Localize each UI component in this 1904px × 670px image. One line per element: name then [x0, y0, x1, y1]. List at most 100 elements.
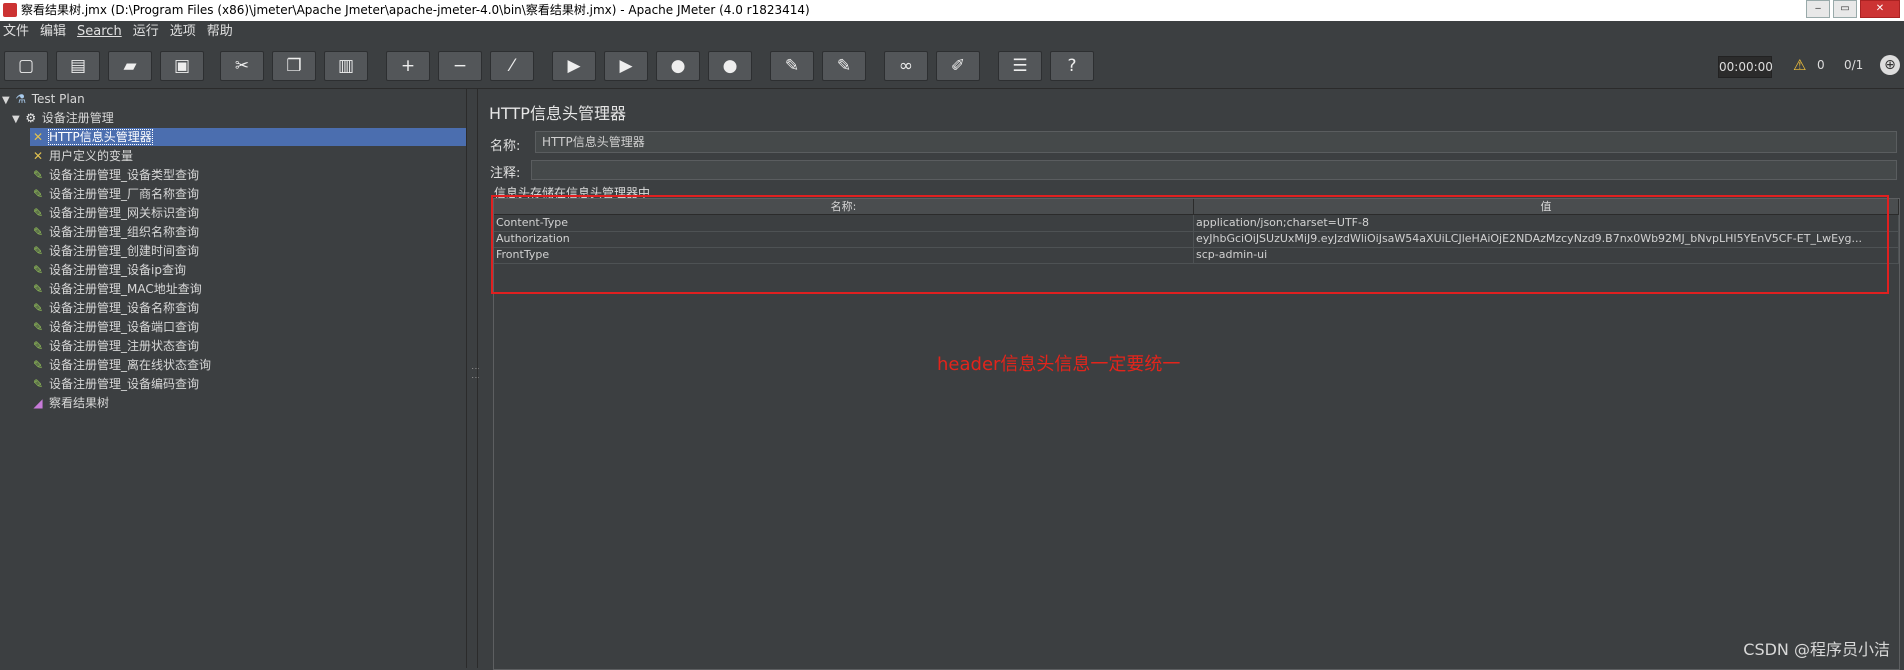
help-button[interactable]: ?: [1050, 51, 1094, 81]
tree-node[interactable]: ✎ 设备注册管理_离在线状态查询: [30, 356, 211, 374]
tree-node-label: 用户定义的变量: [49, 149, 134, 163]
collapse-button[interactable]: −: [438, 51, 482, 81]
new-button[interactable]: ▢: [4, 51, 48, 81]
cut-button[interactable]: ✂: [220, 51, 264, 81]
tree-node[interactable]: ✎ 设备注册管理_创建时间查询: [30, 242, 199, 260]
menu-help[interactable]: 帮助: [204, 21, 241, 43]
warning-count: 0: [1817, 58, 1825, 72]
chart-icon: ◢: [33, 396, 43, 410]
tree-node-label: Test Plan: [31, 92, 85, 106]
tree-node-label: 设备注册管理_设备类型查询: [49, 168, 200, 182]
menu-file[interactable]: 文件: [0, 21, 37, 43]
tree-node-label: 设备注册管理_注册状态查询: [49, 339, 200, 353]
pencil-icon: ✎: [32, 339, 44, 353]
menu-search[interactable]: Search: [74, 21, 130, 43]
tree-node[interactable]: ✎ 设备注册管理_组织名称查询: [30, 223, 199, 241]
pencil-icon: ✎: [32, 263, 44, 277]
pencil-icon: ✎: [32, 244, 44, 258]
play-icon: ▶: [567, 56, 581, 76]
start-button[interactable]: ▶: [552, 51, 596, 81]
tree-node[interactable]: ✎ 设备注册管理_设备类型查询: [30, 166, 199, 184]
tree-node-label: HTTP信息头管理器: [48, 129, 153, 145]
shutdown-icon: ●: [722, 56, 738, 76]
tree-node[interactable]: ✎ 设备注册管理_网关标识查询: [30, 204, 199, 222]
menu-edit[interactable]: 编辑: [37, 21, 74, 43]
tree-node-label: 设备注册管理_设备ip查询: [49, 263, 186, 277]
clear-button[interactable]: ✎: [770, 51, 814, 81]
name-field[interactable]: HTTP信息头管理器: [535, 131, 1897, 153]
split-pane-divider[interactable]: ⋮⋮: [466, 89, 480, 668]
tree-node[interactable]: ✎ 设备注册管理_设备端口查询: [30, 318, 199, 336]
close-button[interactable]: ✕: [1860, 0, 1900, 18]
tree-node[interactable]: ✕ HTTP信息头管理器: [30, 128, 466, 146]
save-button[interactable]: ▣: [160, 51, 204, 81]
minimize-button[interactable]: ‒: [1806, 0, 1830, 18]
pencil-icon: ✎: [32, 320, 44, 334]
tree-node-label: 设备注册管理_组织名称查询: [49, 225, 200, 239]
plus-icon: +: [400, 56, 416, 76]
wand-icon: ⁄: [510, 56, 514, 76]
templates-button[interactable]: ▤: [56, 51, 100, 81]
copy-button[interactable]: ❐: [272, 51, 316, 81]
search-button[interactable]: ∞: [884, 51, 928, 81]
clear-all-button[interactable]: ✎: [822, 51, 866, 81]
tree-node[interactable]: ✎ 设备注册管理_设备编码查询: [30, 375, 199, 393]
expand-arrow-icon[interactable]: ▼: [12, 114, 20, 125]
tree-node[interactable]: ✎ 设备注册管理_厂商名称查询: [30, 185, 199, 203]
expand-arrow-icon[interactable]: ▼: [2, 95, 10, 106]
tree-node-label: 设备注册管理_创建时间查询: [49, 244, 200, 258]
gear-icon: ⚙: [25, 111, 37, 125]
tree-node[interactable]: ▼ ⚙ 设备注册管理: [12, 109, 114, 127]
panel-title: HTTP信息头管理器: [489, 104, 626, 123]
remote-globe-icon[interactable]: ⊕: [1880, 55, 1900, 75]
tree-node[interactable]: ▼ ⚗ Test Plan: [2, 90, 85, 108]
warning-icon[interactable]: ⚠: [1793, 56, 1806, 74]
annotation-highlight-box: [491, 195, 1889, 294]
start-no-pause-button[interactable]: ▶: [604, 51, 648, 81]
binoculars-icon: ∞: [898, 56, 914, 76]
tree-node[interactable]: ◢ 察看结果树: [30, 394, 109, 412]
tree-node-label: 设备注册管理_设备名称查询: [49, 301, 200, 315]
minus-icon: −: [452, 56, 468, 76]
comment-field[interactable]: [531, 160, 1897, 180]
maximize-button[interactable]: ▭: [1833, 0, 1857, 18]
test-plan-tree: ▼ ⚗ Test Plan ▼ ⚙ 设备注册管理 ✕ HTTP信息头管理器 ✕ 用户定义的变量 ✎ 设…: [0, 89, 466, 668]
tree-node-label: 设备注册管理_厂商名称查询: [49, 187, 200, 201]
copy-icon: ❐: [286, 56, 302, 76]
open-button[interactable]: ▰: [108, 51, 152, 81]
scissors-icon: ✂: [234, 56, 250, 76]
tree-node-label: 察看结果树: [49, 396, 110, 410]
help-icon: ?: [1067, 56, 1077, 76]
paste-button[interactable]: ▥: [324, 51, 368, 81]
tree-node[interactable]: ✎ 设备注册管理_设备名称查询: [30, 299, 199, 317]
window-title: 察看结果树.jmx (D:\Program Files (x86)\jmeter…: [21, 3, 810, 17]
tree-node-label: 设备注册管理_设备编码查询: [49, 377, 200, 391]
expand-button[interactable]: +: [386, 51, 430, 81]
pencil-icon: ✎: [32, 282, 44, 296]
function-helper-button[interactable]: ☰: [998, 51, 1042, 81]
pencil-icon: ✎: [32, 206, 44, 220]
menu-run[interactable]: 运行: [130, 21, 167, 43]
shutdown-button[interactable]: ●: [708, 51, 752, 81]
elapsed-timer: 00:00:00: [1718, 56, 1773, 78]
pencil-icon: ✎: [32, 168, 44, 182]
pencil-icon: ✎: [32, 225, 44, 239]
tree-node-label: 设备注册管理_离在线状态查询: [49, 358, 212, 372]
tree-node[interactable]: ✕ 用户定义的变量: [30, 147, 133, 165]
templates-icon: ▤: [69, 56, 87, 76]
new-file-icon: ▢: [17, 56, 35, 76]
tree-node[interactable]: ✎ 设备注册管理_MAC地址查询: [30, 280, 202, 298]
tree-node[interactable]: ✎ 设备注册管理_注册状态查询: [30, 337, 199, 355]
tools-icon: ✕: [32, 149, 44, 163]
toggle-button[interactable]: ⁄: [490, 51, 534, 81]
stop-button[interactable]: ●: [656, 51, 700, 81]
header-manager-panel: HTTP信息头管理器 名称: HTTP信息头管理器 注释: 信息头存储在信息头管…: [479, 89, 1904, 670]
active-threads: 0/1: [1844, 58, 1864, 72]
tree-node[interactable]: ✎ 设备注册管理_设备ip查询: [30, 261, 186, 279]
annotation-text: header信息头信息一定要统一: [937, 354, 1181, 375]
menu-options[interactable]: 选项: [167, 21, 204, 43]
reset-search-button[interactable]: ✐: [936, 51, 980, 81]
pencil-icon: ✎: [32, 358, 44, 372]
flask-icon: ⚗: [15, 92, 27, 106]
menu-bar: 文件 编辑 Search 运行 选项 帮助: [0, 21, 1904, 43]
